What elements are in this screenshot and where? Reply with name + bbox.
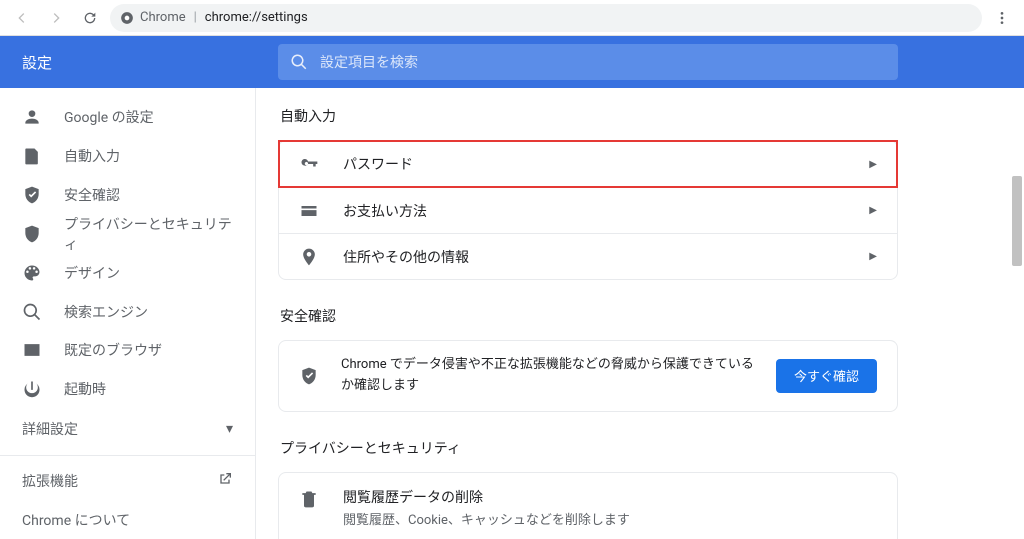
row-passwords[interactable]: パスワード ▶: [279, 141, 897, 187]
autofill-card: パスワード ▶ お支払い方法 ▶ 住所やその他の情報 ▶: [278, 140, 898, 280]
section-privacy-title: プライバシーとセキュリティ: [280, 438, 898, 458]
chevron-right-icon: ▶: [869, 159, 877, 170]
row-label: お支払い方法: [343, 201, 845, 221]
site-info: Chrome: [120, 10, 186, 25]
sidebar-item-google[interactable]: Google の設定: [0, 98, 255, 137]
search-box[interactable]: [278, 44, 898, 80]
extensions-label: 拡張機能: [22, 471, 78, 491]
more-menu-button[interactable]: [988, 4, 1016, 32]
check-now-button[interactable]: 今すぐ確認: [776, 359, 877, 393]
scrollbar-thumb[interactable]: [1012, 176, 1022, 266]
sidebar-extensions-link[interactable]: 拡張機能: [0, 462, 255, 501]
sidebar-item-startup[interactable]: 起動時: [0, 370, 255, 409]
power-icon: [22, 379, 42, 399]
shield-check-icon: [299, 366, 319, 386]
chevron-right-icon: ▶: [869, 205, 877, 216]
content-area: 自動入力 パスワード ▶ お支払い方法 ▶ 住所やその他の情報 ▶: [256, 88, 1024, 539]
sidebar-item-privacy[interactable]: プライバシーとセキュリティ: [0, 214, 255, 254]
advanced-label: 詳細設定: [22, 419, 78, 439]
site-info-label: Chrome: [140, 10, 186, 25]
row-addresses[interactable]: 住所やその他の情報 ▶: [279, 233, 897, 279]
chevron-down-icon: ▾: [226, 421, 233, 437]
arrow-left-icon: [14, 10, 30, 26]
chevron-right-icon: ▶: [869, 251, 877, 262]
url-text: chrome://settings: [205, 10, 308, 25]
safety-text: Chrome でデータ侵害や不正な拡張機能などの脅威から保護できているか確認しま…: [341, 355, 754, 397]
about-label: Chrome について: [22, 510, 130, 530]
arrow-right-icon: [48, 10, 64, 26]
reload-button[interactable]: [76, 4, 104, 32]
sidebar-about-link[interactable]: Chrome について: [0, 500, 255, 539]
privacy-card: 閲覧履歴データの削除 閲覧履歴、Cookie、キャッシュなどを削除します: [278, 472, 898, 539]
address-bar[interactable]: Chrome | chrome://settings: [110, 4, 982, 32]
clear-data-title: 閲覧履歴データの削除: [343, 487, 877, 507]
row-payments[interactable]: お支払い方法 ▶: [279, 187, 897, 233]
sidebar-divider: [0, 455, 255, 456]
sidebar-item-autofill[interactable]: 自動入力: [0, 137, 255, 176]
clear-data-sub: 閲覧履歴、Cookie、キャッシュなどを削除します: [343, 509, 877, 528]
row-label: パスワード: [343, 154, 845, 174]
person-icon: [22, 107, 42, 127]
sidebar-item-label: プライバシーとセキュリティ: [64, 214, 233, 254]
sidebar-item-label: 起動時: [64, 379, 106, 399]
search-icon: [290, 53, 308, 71]
location-icon: [299, 247, 319, 267]
sidebar-item-default-browser[interactable]: 既定のブラウザ: [0, 331, 255, 370]
browser-icon: [22, 340, 42, 360]
section-safety-title: 安全確認: [280, 306, 898, 326]
trash-icon: [299, 489, 319, 509]
search-icon: [22, 302, 42, 322]
safety-card: Chrome でデータ侵害や不正な拡張機能などの脅威から保護できているか確認しま…: [278, 340, 898, 412]
address-divider: |: [194, 10, 197, 25]
key-icon: [299, 154, 319, 174]
sidebar-advanced-toggle[interactable]: 詳細設定 ▾: [0, 408, 255, 449]
sidebar-item-label: Google の設定: [64, 107, 154, 127]
chrome-icon: [120, 11, 134, 25]
row-label: 住所やその他の情報: [343, 247, 845, 267]
form-icon: [22, 146, 42, 166]
back-button[interactable]: [8, 4, 36, 32]
palette-icon: [22, 263, 42, 283]
row-clear-data[interactable]: 閲覧履歴データの削除 閲覧履歴、Cookie、キャッシュなどを削除します: [279, 473, 897, 539]
external-link-icon: [217, 471, 233, 491]
browser-toolbar: Chrome | chrome://settings: [0, 0, 1024, 36]
settings-header: 設定: [0, 36, 1024, 88]
sidebar-item-design[interactable]: デザイン: [0, 254, 255, 293]
page-title: 設定: [22, 52, 278, 73]
sidebar-item-label: 安全確認: [64, 185, 120, 205]
section-autofill-title: 自動入力: [280, 106, 898, 126]
sidebar: Google の設定 自動入力 安全確認 プライバシーとセキュリティ デザイン …: [0, 88, 256, 539]
search-input[interactable]: [320, 54, 886, 70]
sidebar-item-label: デザイン: [64, 263, 120, 283]
forward-button[interactable]: [42, 4, 70, 32]
sidebar-item-safety[interactable]: 安全確認: [0, 175, 255, 214]
sidebar-item-label: 検索エンジン: [64, 302, 148, 322]
sidebar-item-search[interactable]: 検索エンジン: [0, 292, 255, 331]
shield-icon: [22, 224, 42, 244]
reload-icon: [82, 10, 98, 26]
sidebar-item-label: 既定のブラウザ: [64, 340, 162, 360]
shield-check-icon: [22, 185, 42, 205]
credit-card-icon: [299, 201, 319, 221]
more-vert-icon: [994, 10, 1010, 26]
sidebar-item-label: 自動入力: [64, 146, 120, 166]
